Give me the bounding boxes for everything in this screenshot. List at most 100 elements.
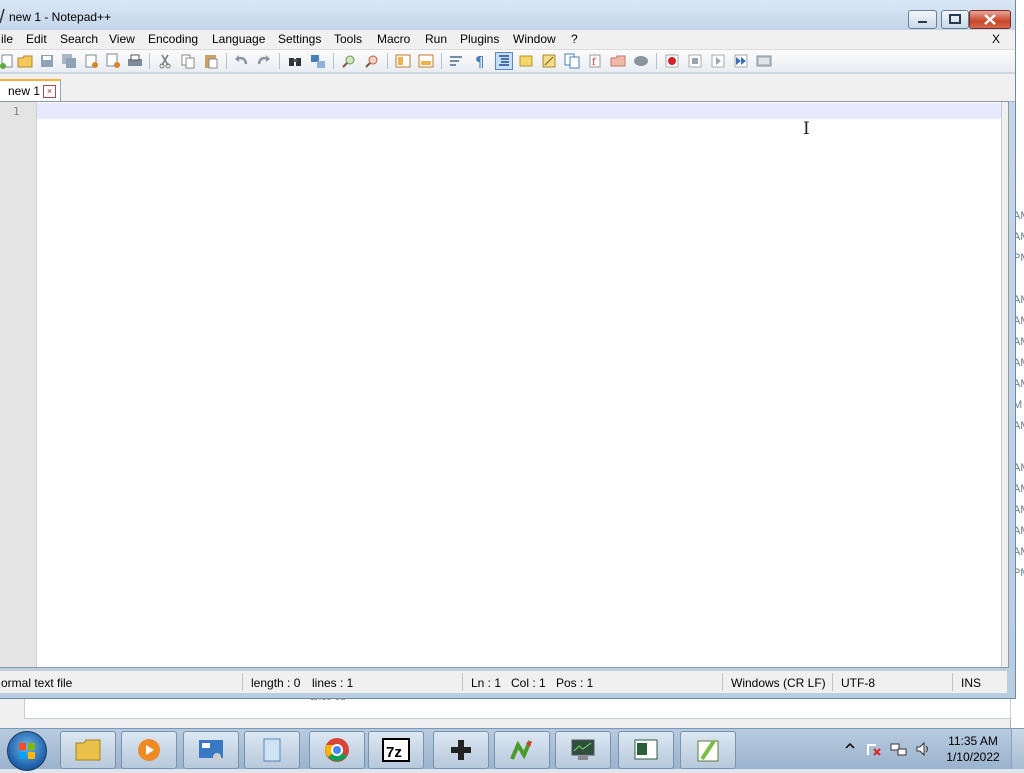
control-panel-icon bbox=[199, 740, 223, 761]
notepad-plus-plus-window: new 1 - Notepad++ ile Edit Search View E… bbox=[0, 0, 1016, 699]
menu-edit[interactable]: Edit bbox=[26, 32, 47, 46]
maximize-button[interactable] bbox=[941, 10, 969, 29]
menu-run[interactable]: Run bbox=[425, 32, 447, 46]
start-button[interactable] bbox=[7, 731, 47, 771]
run-macro-multiple-icon[interactable] bbox=[733, 53, 749, 69]
zoom-in-icon[interactable] bbox=[341, 53, 357, 69]
document-viewer-icon bbox=[634, 739, 658, 760]
close-file-icon[interactable] bbox=[83, 53, 99, 69]
close-document-button[interactable]: X bbox=[992, 32, 1000, 46]
editor[interactable]: 1 I bbox=[0, 101, 1009, 668]
record-macro-icon[interactable] bbox=[664, 53, 680, 69]
print-icon[interactable] bbox=[127, 53, 143, 69]
minimize-button[interactable] bbox=[908, 10, 937, 29]
close-button[interactable] bbox=[969, 10, 1011, 29]
save-icon[interactable] bbox=[39, 53, 55, 69]
new-file-icon[interactable] bbox=[0, 53, 15, 69]
zoom-out-icon[interactable] bbox=[364, 53, 380, 69]
volume-icon[interactable] bbox=[915, 741, 931, 757]
play-macro-icon[interactable] bbox=[710, 53, 726, 69]
current-line-highlight[interactable] bbox=[37, 103, 1001, 119]
taskbar-7zip[interactable]: 7z bbox=[368, 731, 424, 769]
user-defined-language-icon[interactable] bbox=[518, 53, 534, 69]
toolbar-separator bbox=[149, 53, 150, 69]
title-bar[interactable]: new 1 - Notepad++ bbox=[0, 0, 1015, 30]
taskbar-chrome[interactable] bbox=[309, 731, 365, 769]
taskbar-document-viewer[interactable] bbox=[618, 731, 674, 769]
action-center-icon[interactable] bbox=[866, 741, 882, 757]
menu-tools[interactable]: Tools bbox=[334, 32, 362, 46]
status-mode[interactable]: INS bbox=[961, 676, 981, 690]
status-col: Col : 1 bbox=[511, 676, 546, 690]
app-icon bbox=[0, 8, 5, 24]
indent-guide-icon[interactable] bbox=[495, 52, 513, 70]
taskbar-media-player[interactable] bbox=[121, 731, 177, 769]
tab-bar: new 1 × bbox=[0, 74, 1015, 102]
toolbar-separator bbox=[333, 53, 334, 69]
monitoring-icon[interactable] bbox=[633, 53, 649, 69]
menu-window[interactable]: Window bbox=[513, 32, 556, 46]
taskbar-notepad-plus-plus[interactable] bbox=[680, 731, 736, 769]
status-length: length : 0 bbox=[251, 676, 301, 690]
menu-help[interactable]: ? bbox=[571, 32, 578, 46]
menu-macro[interactable]: Macro bbox=[377, 32, 410, 46]
toolbar-separator bbox=[387, 53, 388, 69]
show-hidden-icons-icon[interactable] bbox=[845, 741, 855, 751]
folder-as-workspace-icon[interactable] bbox=[610, 53, 626, 69]
status-file-type: ormal text file bbox=[1, 676, 73, 690]
notepad-plus-plus-icon bbox=[697, 739, 719, 762]
status-lines: lines : 1 bbox=[312, 676, 354, 690]
function-list-icon[interactable]: f bbox=[587, 53, 603, 69]
status-bar: ormal text file length : 0 lines : 1 Ln … bbox=[0, 670, 1007, 693]
paste-icon[interactable] bbox=[203, 53, 219, 69]
cut-icon[interactable] bbox=[157, 53, 173, 69]
undo-icon[interactable] bbox=[233, 53, 249, 69]
taskbar-notepad[interactable] bbox=[244, 731, 300, 769]
menu-bar: ile Edit Search View Encoding Language S… bbox=[0, 30, 1015, 50]
tab-close-icon[interactable]: × bbox=[43, 85, 56, 98]
taskbar-sigil[interactable] bbox=[494, 731, 550, 769]
menu-plugins[interactable]: Plugins bbox=[460, 32, 499, 46]
status-encoding[interactable]: UTF-8 bbox=[841, 676, 875, 690]
status-eol[interactable]: Windows (CR LF) bbox=[731, 676, 826, 690]
clock-time: 11:35 AM bbox=[948, 734, 998, 748]
menu-view[interactable]: View bbox=[109, 32, 135, 46]
open-file-icon[interactable] bbox=[17, 53, 33, 69]
windows-logo-icon bbox=[19, 743, 35, 759]
status-separator bbox=[462, 673, 463, 691]
save-all-icon[interactable] bbox=[61, 53, 77, 69]
status-ln: Ln : 1 bbox=[471, 676, 502, 690]
find-icon[interactable] bbox=[287, 53, 303, 69]
close-icon bbox=[984, 14, 996, 25]
menu-settings[interactable]: Settings bbox=[278, 32, 321, 46]
close-all-icon[interactable] bbox=[105, 53, 121, 69]
menu-search[interactable]: Search bbox=[60, 32, 98, 46]
taskbar-network-monitor[interactable] bbox=[555, 731, 611, 769]
copy-icon[interactable] bbox=[180, 53, 196, 69]
folder-icon bbox=[75, 739, 101, 761]
sync-vertical-icon[interactable] bbox=[395, 53, 411, 69]
restore-icon bbox=[949, 14, 961, 24]
save-macro-icon[interactable] bbox=[756, 53, 772, 69]
taskbar-gamepad[interactable] bbox=[433, 731, 489, 769]
show-all-characters-icon[interactable]: ¶ bbox=[472, 53, 488, 69]
editor-scroll-edge bbox=[1001, 102, 1008, 667]
menu-language[interactable]: Language bbox=[212, 32, 265, 46]
menu-file[interactable]: ile bbox=[1, 32, 13, 46]
taskbar-control-panel[interactable] bbox=[183, 731, 239, 769]
sync-horizontal-icon[interactable] bbox=[418, 53, 434, 69]
tab-new-1[interactable]: new 1 × bbox=[0, 79, 61, 102]
replace-icon[interactable] bbox=[310, 53, 326, 69]
show-desktop-button[interactable] bbox=[1011, 729, 1024, 769]
document-list-icon[interactable] bbox=[564, 53, 580, 69]
redo-icon[interactable] bbox=[256, 53, 272, 69]
stop-macro-icon[interactable] bbox=[687, 53, 703, 69]
menu-encoding[interactable]: Encoding bbox=[148, 32, 198, 46]
tray-clock[interactable]: 11:35 AM 1/10/2022 bbox=[944, 733, 1002, 765]
media-player-icon bbox=[138, 739, 160, 761]
word-wrap-icon[interactable] bbox=[449, 53, 465, 69]
sigil-icon bbox=[510, 740, 532, 760]
document-map-icon[interactable] bbox=[541, 53, 557, 69]
network-icon[interactable] bbox=[890, 741, 908, 757]
taskbar-explorer[interactable] bbox=[60, 731, 116, 769]
